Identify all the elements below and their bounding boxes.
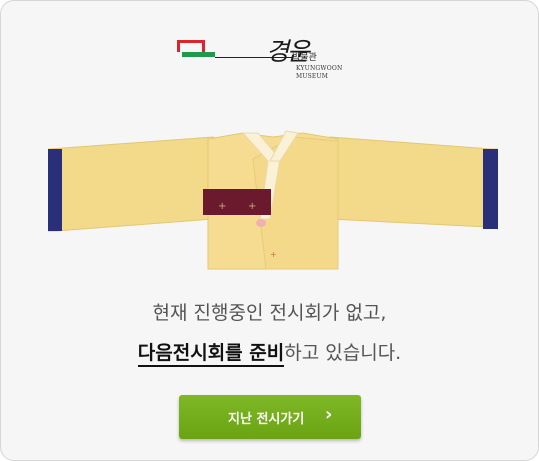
past-exhibitions-label: 지난 전시가기: [228, 412, 305, 427]
logo-english-line2: MUSEUM: [296, 73, 329, 80]
svg-text:+: +: [248, 201, 256, 212]
svg-text:+: +: [218, 201, 226, 212]
left-cuff: [48, 149, 62, 231]
notice-line-2-rest: 하고 있습니다.: [284, 342, 402, 364]
right-cuff: [483, 149, 498, 229]
hanbok-jacket-image: + + +: [48, 130, 498, 270]
notice-line-1: 현재 진행중인 전시회가 없고,: [152, 302, 387, 324]
logo-green-mark: [182, 52, 215, 57]
logo-museum-korean: 박물관: [292, 53, 317, 63]
svg-text:+: +: [270, 250, 277, 259]
logo-red-mark: [177, 40, 205, 52]
past-exhibitions-button[interactable]: 지난 전시가기 ›: [179, 395, 361, 439]
next-exhibition-emphasis: 다음전시회를 준비: [137, 342, 285, 367]
no-exhibition-card: 경운 박물관 KYUNGWOON MUSEUM + + + 현재 진행중인 전시…: [0, 0, 539, 461]
maroon-ribbon: [203, 189, 271, 215]
logo-english-line1: KYUNGWOON: [296, 65, 343, 72]
museum-logo[interactable]: 경운 박물관 KYUNGWOON MUSEUM: [177, 37, 357, 82]
chevron-right-icon: ›: [325, 404, 333, 425]
notice-line-2: 다음전시회를 준비하고 있습니다.: [1, 338, 538, 367]
